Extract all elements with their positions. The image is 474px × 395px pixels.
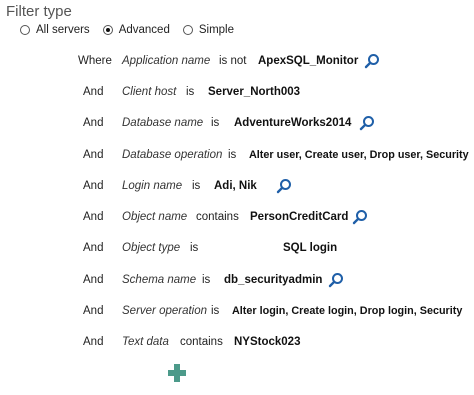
field-label[interactable]: Object type [122,242,180,254]
value-label[interactable]: Alter login, Create login, Drop login, S… [232,305,462,317]
value-label[interactable]: AdventureWorks2014 [234,117,351,129]
conjunction-label[interactable]: And [83,274,103,286]
value-label[interactable]: SQL login [283,242,337,254]
conjunction-label[interactable]: And [83,86,103,98]
conjunction-label[interactable]: Where [78,55,112,67]
value-label[interactable]: db_securityadmin [224,274,322,286]
value-label[interactable]: ApexSQL_Monitor [258,55,358,67]
radio-all-servers[interactable]: All servers [20,24,90,36]
value-label[interactable]: Adi, Nik [214,180,257,192]
conjunction-label[interactable]: And [83,117,103,129]
field-label[interactable]: Database operation [122,149,222,161]
operator-label[interactable]: is not [219,55,247,67]
search-icon[interactable] [352,209,368,225]
value-label[interactable]: NYStock023 [234,336,300,348]
operator-label[interactable]: is [192,180,200,192]
radio-label-advanced: Advanced [118,24,170,36]
radio-advanced[interactable]: Advanced [102,24,170,36]
field-label[interactable]: Application name [122,55,210,67]
operator-label[interactable]: is [211,305,219,317]
conjunction-label[interactable]: And [83,149,103,161]
search-icon[interactable] [364,53,380,69]
operator-label[interactable]: is [228,149,236,161]
radio-simple[interactable]: Simple [182,24,234,36]
conjunction-label[interactable]: And [83,211,103,223]
field-label[interactable]: Server operation [122,305,207,317]
conjunction-label[interactable]: And [83,180,103,192]
filter-type-radio-group: All servers Advanced Simple [20,24,247,36]
radio-button-simple[interactable] [182,25,193,35]
operator-label[interactable]: is [211,117,219,129]
value-label[interactable]: PersonCreditCard [250,211,348,223]
operator-label[interactable]: contains [180,336,223,348]
conjunction-label[interactable]: And [83,242,103,254]
field-label[interactable]: Object name [122,211,187,223]
radio-button-all-servers[interactable] [20,25,30,35]
radio-button-advanced[interactable] [102,25,113,35]
field-label[interactable]: Schema name [122,274,196,286]
operator-label[interactable]: is [202,274,210,286]
radio-label-simple: Simple [198,24,234,36]
operator-label[interactable]: is [186,86,194,98]
search-icon[interactable] [276,178,292,194]
search-icon[interactable] [328,272,344,288]
conjunction-label[interactable]: And [83,336,103,348]
operator-label[interactable]: contains [196,211,239,223]
value-label[interactable]: Alter user, Create user, Drop user, Secu… [249,149,469,161]
field-label[interactable]: Text data [122,336,169,348]
field-label[interactable]: Client host [122,86,176,98]
radio-label-all-servers: All servers [36,24,90,36]
value-label[interactable]: Server_North003 [208,86,300,98]
plus-icon[interactable] [167,363,187,383]
search-icon[interactable] [359,115,375,131]
field-label[interactable]: Login name [122,180,182,192]
filter-type-title: Filter type [6,3,72,20]
field-label[interactable]: Database name [122,117,203,129]
operator-label[interactable]: is [190,242,198,254]
conjunction-label[interactable]: And [83,305,103,317]
